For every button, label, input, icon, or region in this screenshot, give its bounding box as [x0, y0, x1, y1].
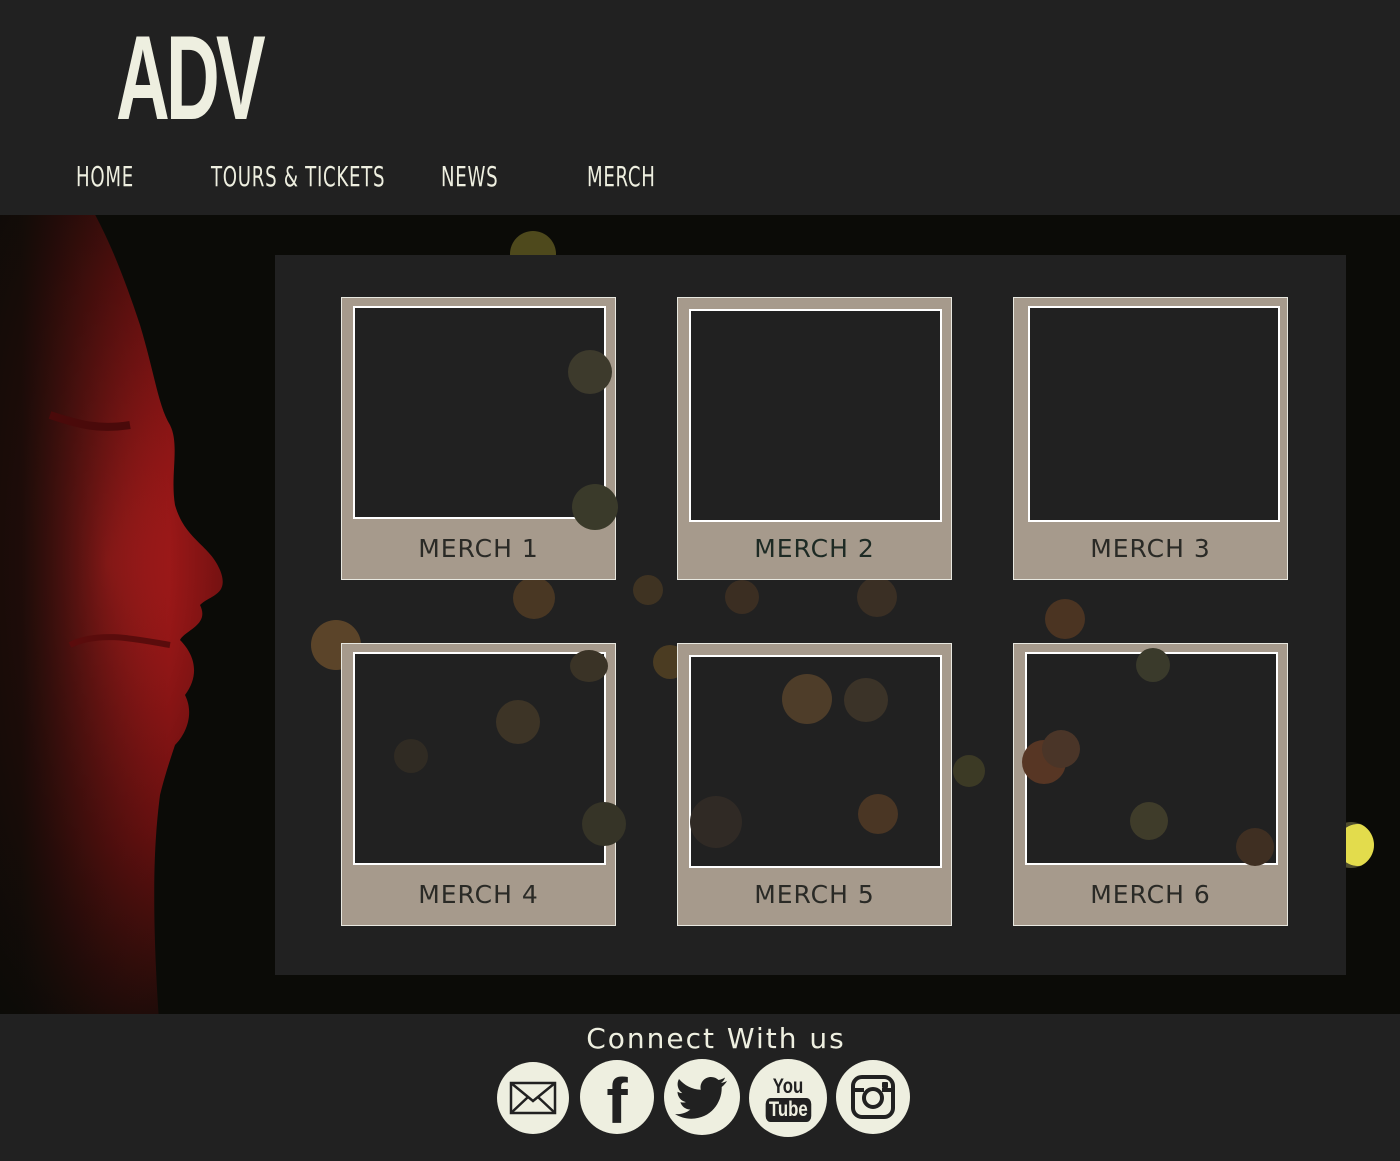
- facebook-button[interactable]: f: [580, 1060, 654, 1134]
- merch-image-1[interactable]: [353, 306, 606, 519]
- merch-label-2: MERCH 2: [754, 534, 875, 563]
- twitter-icon: [675, 1077, 727, 1119]
- main-nav: HOME TOURS & TICKETS NEWS MERCH: [0, 160, 760, 200]
- merch-label-6: MERCH 6: [1090, 880, 1211, 909]
- instagram-icon: [851, 1075, 895, 1119]
- bokeh-light: [1236, 828, 1274, 866]
- site-logo[interactable]: ADV: [116, 18, 266, 138]
- merch-card-4[interactable]: MERCH 4: [341, 643, 626, 926]
- merch-card-6[interactable]: MERCH 6: [1013, 643, 1288, 926]
- merch-panel: MERCH 1 MERCH 2 MERCH 3 MERCH 4 MERCH 5: [275, 255, 1346, 975]
- merch-label-1: MERCH 1: [418, 534, 539, 563]
- merch-card-2[interactable]: MERCH 2: [677, 297, 952, 580]
- email-button[interactable]: [497, 1062, 569, 1134]
- email-icon: [509, 1081, 557, 1115]
- bokeh-light: [1042, 730, 1080, 768]
- bokeh-light: [582, 802, 626, 846]
- bokeh-light: [858, 794, 898, 834]
- merch-card-5[interactable]: MERCH 5: [677, 643, 952, 926]
- site-header: ADV HOME TOURS & TICKETS NEWS MERCH: [0, 0, 1400, 215]
- bokeh-light: [1130, 802, 1168, 840]
- bokeh-light: [633, 575, 663, 605]
- bokeh-light: [1136, 648, 1170, 682]
- merch-card-1[interactable]: MERCH 1: [341, 297, 618, 580]
- face-silhouette-image: [0, 215, 223, 1014]
- site-footer: Connect With us f You Tube: [0, 1014, 1400, 1161]
- bokeh-light: [568, 350, 612, 394]
- merch-image-3[interactable]: [1028, 306, 1280, 522]
- instagram-button[interactable]: [836, 1060, 910, 1134]
- youtube-button[interactable]: You Tube: [749, 1059, 827, 1137]
- youtube-icon: Tube: [765, 1098, 811, 1122]
- bokeh-light: [570, 650, 608, 682]
- merch-card-3[interactable]: MERCH 3: [1013, 297, 1288, 580]
- bokeh-light: [496, 700, 540, 744]
- bokeh-light: [690, 796, 742, 848]
- merch-label-4: MERCH 4: [418, 880, 539, 909]
- merch-image-2[interactable]: [689, 309, 942, 522]
- bokeh-light: [572, 484, 618, 530]
- merch-image-4[interactable]: [353, 652, 606, 865]
- hero-background: MERCH 1 MERCH 2 MERCH 3 MERCH 4 MERCH 5: [0, 215, 1400, 1014]
- bokeh-light: [725, 580, 759, 614]
- bokeh-light: [953, 755, 985, 787]
- bokeh-light: [1045, 599, 1085, 639]
- nav-tours-tickets[interactable]: TOURS & TICKETS: [211, 160, 385, 193]
- nav-news[interactable]: NEWS: [441, 160, 498, 193]
- nav-merch[interactable]: MERCH: [587, 160, 656, 193]
- bokeh-light: [513, 577, 555, 619]
- nav-home[interactable]: HOME: [76, 160, 134, 193]
- facebook-icon: f: [606, 1065, 628, 1137]
- twitter-button[interactable]: [664, 1059, 740, 1135]
- merch-label-5: MERCH 5: [754, 880, 875, 909]
- youtube-icon-top: You: [772, 1075, 804, 1098]
- bokeh-light: [844, 678, 888, 722]
- bokeh-light: [782, 674, 832, 724]
- bokeh-light: [857, 577, 897, 617]
- connect-heading: Connect With us: [586, 1022, 846, 1055]
- merch-label-3: MERCH 3: [1090, 534, 1211, 563]
- bokeh-light: [394, 739, 428, 773]
